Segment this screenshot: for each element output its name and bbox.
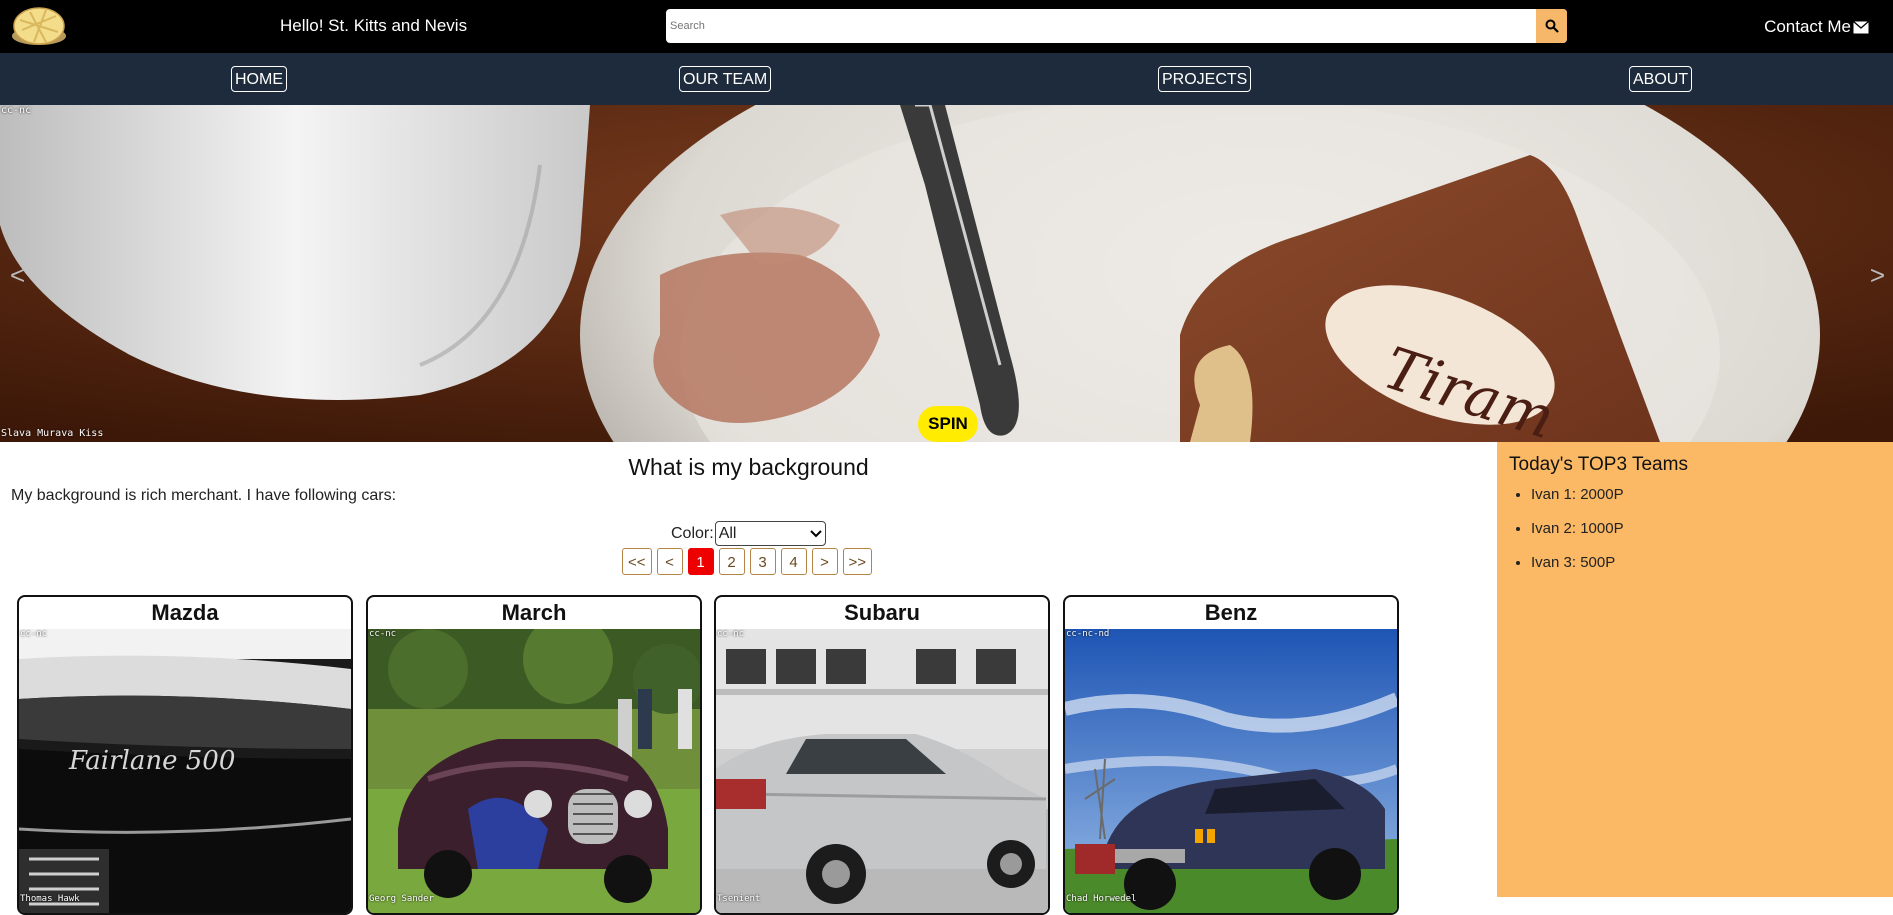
sidebar-title: Today's TOP3 Teams <box>1509 454 1688 475</box>
spin-button[interactable]: SPIN <box>918 406 978 442</box>
page-1-button[interactable]: 1 <box>687 548 714 575</box>
page-prev-button[interactable]: < <box>656 548 683 575</box>
car-image: cc-nc Tsenient <box>716 629 1048 913</box>
intro-text: My background is rich merchant. I have f… <box>11 487 397 504</box>
car-name: Subaru <box>844 600 920 625</box>
car-author: Georg Sander <box>369 894 435 904</box>
logo-bun-icon[interactable] <box>10 4 68 49</box>
search-button[interactable] <box>1536 9 1567 43</box>
color-selected-value: All <box>718 524 737 542</box>
car-name: Mazda <box>151 600 219 625</box>
car-license: cc-nc-nd <box>1066 629 1110 639</box>
chevron-down-icon <box>809 529 822 537</box>
car-card-march[interactable]: March cc-nc Georg Sander <box>366 595 702 915</box>
car-name: March <box>501 600 567 625</box>
hero-tiramisu-image: Tiram <box>0 105 1893 442</box>
car-image: cc-nc Georg Sander <box>368 629 700 913</box>
car-license: cc-nc <box>369 629 397 639</box>
hero-author: Slava Murava Kiss <box>1 428 104 439</box>
color-filter: Color: All <box>671 521 826 546</box>
nav-about[interactable]: ABOUT <box>1629 66 1693 92</box>
team-item: Ivan 2: 1000P <box>1531 520 1624 537</box>
page-2-button[interactable]: 2 <box>718 548 745 575</box>
car-name: Benz <box>1204 600 1258 625</box>
search-input[interactable] <box>668 11 1542 41</box>
search-icon <box>1545 19 1559 33</box>
pagination: << < 1 2 3 4 > >> <box>622 548 873 575</box>
nav-bar: HOME OUR TEAM PROJECTS ABOUT <box>0 53 1893 105</box>
car-author: Tsenient <box>717 894 761 904</box>
car-image: cc-nc-nd Chad Horwedel <box>1065 629 1397 913</box>
page-4-button[interactable]: 4 <box>780 548 807 575</box>
contact-label: Contact Me <box>1764 17 1851 36</box>
contact-link[interactable]: Contact Me <box>1764 17 1869 37</box>
page-next-button[interactable]: > <box>811 548 838 575</box>
team-list: Ivan 1: 2000P Ivan 2: 1000P Ivan 3: 500P <box>1509 486 1624 588</box>
mail-icon <box>1853 20 1869 33</box>
car-badge: Fairlane 500 <box>68 746 235 776</box>
carousel-next-button[interactable]: > <box>1870 260 1885 291</box>
hero-carousel: Tiram cc-nc Slava Murava Kiss < > SPIN <box>0 105 1893 442</box>
car-card-subaru[interactable]: Subaru cc-nc Tsenient <box>714 595 1050 915</box>
car-image: Fairlane 500 cc-nc Thomas Hawk <box>19 629 351 913</box>
color-select[interactable]: All <box>714 521 826 546</box>
carousel-prev-button[interactable]: < <box>10 260 25 291</box>
color-label: Color: <box>671 524 714 542</box>
top-teams-sidebar: Today's TOP3 Teams Ivan 1: 2000P Ivan 2:… <box>1497 442 1893 897</box>
team-item: Ivan 1: 2000P <box>1531 486 1624 503</box>
top-bar: Hello! St. Kitts and Nevis Contact Me <box>0 0 1893 53</box>
car-author: Chad Horwedel <box>1066 894 1137 904</box>
nav-our-team[interactable]: OUR TEAM <box>679 66 772 92</box>
greeting-text: Hello! St. Kitts and Nevis <box>280 16 468 35</box>
team-item: Ivan 3: 500P <box>1531 554 1624 571</box>
car-card-mazda[interactable]: Mazda Fairlane 500 cc-nc Thomas Hawk <box>17 595 353 915</box>
page-3-button[interactable]: 3 <box>749 548 776 575</box>
nav-home[interactable]: HOME <box>231 66 287 92</box>
page-last-button[interactable]: >> <box>842 548 873 575</box>
car-card-benz[interactable]: Benz cc-nc-nd Chad Horwedel <box>1063 595 1399 915</box>
car-license: cc-nc <box>20 629 48 639</box>
page-title: What is my background <box>628 454 869 480</box>
hero-license: cc-nc <box>1 105 32 116</box>
page-first-button[interactable]: << <box>622 548 652 575</box>
car-license: cc-nc <box>717 629 745 639</box>
search-box <box>666 9 1567 43</box>
car-author: Thomas Hawk <box>20 894 80 904</box>
nav-projects[interactable]: PROJECTS <box>1158 66 1252 92</box>
main-content: What is my background My background is r… <box>0 442 1497 915</box>
